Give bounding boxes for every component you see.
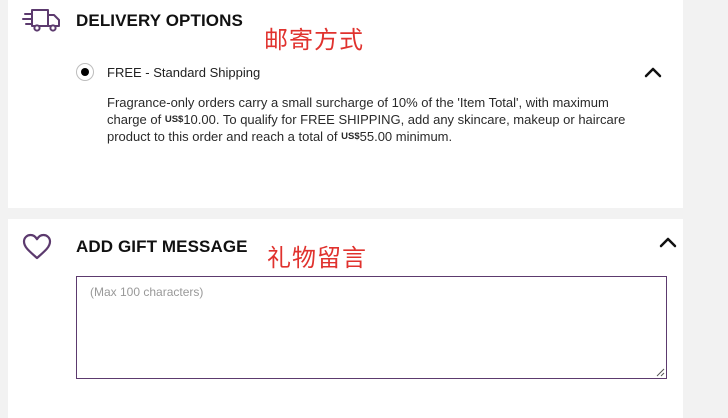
standard-shipping-label: FREE - Standard Shipping <box>107 65 261 80</box>
gift-message-placeholder: (Max 100 characters) <box>90 285 204 299</box>
surcharge-amount: 10.00 <box>183 112 216 127</box>
shipping-desc-text-3: minimum. <box>392 129 453 144</box>
delivery-annotation: 邮寄方式 <box>264 26 364 54</box>
heart-icon <box>22 233 52 260</box>
shipping-description: Fragrance-only orders carry a small surc… <box>107 94 637 145</box>
chevron-up-icon[interactable] <box>644 66 662 78</box>
gift-message-title: ADD GIFT MESSAGE <box>76 237 248 256</box>
truck-icon <box>22 9 60 32</box>
delivery-options-title: DELIVERY OPTIONS <box>76 11 243 30</box>
standard-shipping-radio[interactable] <box>76 63 94 81</box>
gift-message-textarea[interactable]: (Max 100 characters) <box>76 276 667 379</box>
gift-annotation: 礼物留言 <box>267 244 367 272</box>
gift-message-section: ADD GIFT MESSAGE 礼物留言 (Max 100 character… <box>8 219 683 405</box>
chevron-up-icon[interactable] <box>659 236 677 248</box>
next-section <box>8 405 683 418</box>
resize-handle-icon[interactable] <box>656 368 665 377</box>
free-shipping-minimum: 55.00 <box>359 129 393 144</box>
currency-code: US$ <box>164 114 184 125</box>
radio-selected-dot <box>81 68 89 76</box>
delivery-options-section: DELIVERY OPTIONS 邮寄方式 FREE - Standard Sh… <box>8 0 683 208</box>
currency-code: US$ <box>341 131 360 142</box>
